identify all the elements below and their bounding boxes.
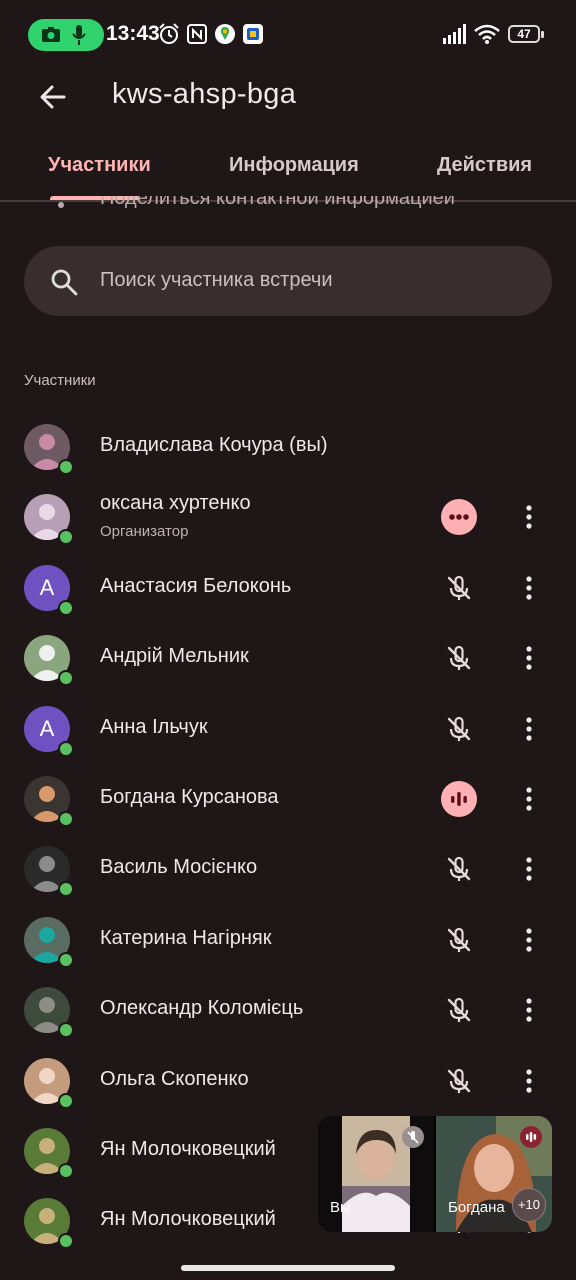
nfc-icon: [187, 24, 207, 44]
participant-row[interactable]: Олександр Коломієць: [0, 975, 576, 1045]
status-bar: 13:43 47: [0, 0, 576, 70]
participant-row[interactable]: оксана хуртенко Организатор: [0, 482, 576, 552]
camera-icon: [42, 27, 60, 42]
more-options-icon[interactable]: [517, 570, 541, 606]
participant-name: Ян Молочковецкий: [100, 1208, 276, 1231]
participant-name: Анна Ільчук: [100, 715, 208, 738]
more-options-icon[interactable]: [517, 1063, 541, 1099]
more-options-icon[interactable]: [517, 711, 541, 747]
app-notification-icon: [243, 24, 263, 44]
picture-in-picture-window[interactable]: Вы Богдана +10: [318, 1116, 552, 1232]
more-options-icon[interactable]: [517, 851, 541, 887]
tab-info[interactable]: Информация: [229, 154, 359, 177]
more-options-icon[interactable]: [517, 922, 541, 958]
participant-row[interactable]: А Анна Ільчук: [0, 694, 576, 764]
speaking-indicator-icon: [441, 781, 477, 817]
online-presence-dot: [58, 599, 74, 616]
other-speaking-indicator: [520, 1126, 542, 1148]
search-placeholder: Поиск участника встречи: [100, 269, 333, 291]
participant-name: Катерина Нагірняк: [100, 926, 272, 949]
participants-section-label: Участники: [24, 372, 96, 389]
participant-row[interactable]: Владислава Кочура (вы): [0, 412, 576, 482]
mic-muted-icon: [441, 711, 477, 747]
more-options-icon[interactable]: [517, 640, 541, 676]
participant-row[interactable]: Богдана Курсанова: [0, 764, 576, 834]
recording-indicator: [28, 19, 104, 51]
tab-actions[interactable]: Действия: [437, 154, 532, 177]
self-tile-label: Вы: [330, 1199, 351, 1216]
mic-muted-icon: [441, 640, 477, 676]
share-contact-info-clipped: Поделиться контактной информацией: [100, 196, 455, 209]
more-options-icon[interactable]: [517, 992, 541, 1028]
more-options-icon[interactable]: [517, 781, 541, 817]
online-presence-dot: [58, 1092, 74, 1109]
maps-icon: [215, 24, 235, 44]
meeting-code-title: kws-ahsp-bga: [112, 78, 297, 110]
online-presence-dot: [58, 1163, 74, 1179]
mic-muted-icon: [441, 1063, 477, 1099]
participant-name: Ян Молочковецкий: [100, 1138, 276, 1160]
audio-activity-icon: [441, 499, 477, 536]
back-arrow-icon[interactable]: [36, 80, 70, 114]
online-presence-dot: [58, 881, 74, 898]
online-presence-dot: [58, 529, 74, 546]
signal-icon: [443, 24, 466, 44]
participant-row[interactable]: Катерина Нагірняк: [0, 905, 576, 975]
share-icon: [58, 202, 64, 208]
mic-muted-icon: [441, 922, 477, 958]
online-presence-dot: [58, 1233, 74, 1250]
mic-icon: [72, 25, 86, 45]
participant-name: Олександр Коломієць: [100, 997, 304, 1020]
participant-row[interactable]: Ольга Скопенко: [0, 1046, 576, 1116]
battery-indicator: 47: [508, 25, 544, 43]
participant-row[interactable]: А Анастасия Белоконь: [0, 553, 576, 623]
online-presence-dot: [58, 811, 74, 827]
participant-name: Василь Мосієнко: [100, 856, 258, 879]
search-icon: [51, 269, 78, 296]
mic-muted-icon: [441, 992, 477, 1028]
wifi-icon: [474, 24, 500, 44]
participant-name: Богдана Курсанова: [100, 786, 279, 808]
online-presence-dot: [58, 951, 74, 968]
participant-role: Организатор: [100, 523, 189, 541]
more-participants-badge[interactable]: +10: [512, 1188, 546, 1222]
online-presence-dot: [58, 1022, 74, 1039]
self-muted-mic-icon: [402, 1126, 424, 1148]
mic-muted-icon: [441, 851, 477, 887]
gesture-nav-handle[interactable]: [181, 1265, 395, 1271]
participant-search-field[interactable]: Поиск участника встречи: [24, 246, 552, 316]
participant-row[interactable]: Андрій Мельник: [0, 623, 576, 693]
other-video-tile: Богдана +10: [436, 1116, 552, 1232]
online-presence-dot: [58, 670, 74, 687]
self-video-tile: Вы: [318, 1116, 434, 1232]
other-tile-label: Богдана: [448, 1199, 505, 1216]
mic-muted-icon: [441, 570, 477, 606]
alarm-icon: [159, 23, 179, 44]
clock: 13:43: [106, 22, 160, 45]
online-presence-dot: [58, 740, 74, 757]
participant-name: Владислава Кочура (вы): [100, 434, 328, 456]
participant-name: Ольга Скопенко: [100, 1067, 249, 1090]
participant-name: оксана хуртенко: [100, 492, 251, 515]
online-presence-dot: [58, 459, 74, 475]
self-video-image: [342, 1116, 410, 1232]
participant-row[interactable]: Василь Мосієнко: [0, 834, 576, 904]
tab-participants[interactable]: Участники: [48, 154, 151, 177]
participant-name: Андрій Мельник: [100, 645, 249, 668]
more-options-icon[interactable]: [517, 499, 541, 535]
participant-name: Анастасия Белоконь: [100, 574, 292, 597]
